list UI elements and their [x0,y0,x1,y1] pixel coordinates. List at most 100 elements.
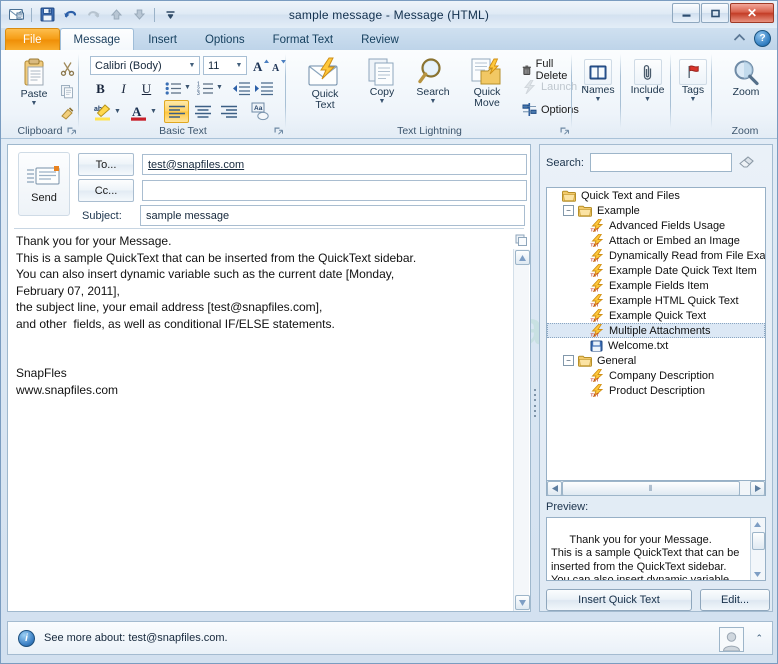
quick-move-button[interactable]: Quick Move [461,56,513,110]
tree-item[interactable]: TXT Example Quick Text [547,308,765,323]
highlight-dropdown-icon[interactable]: ▼ [114,108,121,115]
align-center-button[interactable] [190,100,215,123]
clear-search-icon[interactable] [738,155,756,171]
select-browse-object-icon[interactable] [514,233,529,248]
outlook-icon[interactable] [6,5,26,25]
text-lightning-dialog-launcher[interactable] [559,127,569,137]
search-dropdown-icon[interactable]: ▼ [430,98,437,105]
tree-horizontal-scrollbar[interactable]: ⫴ [546,481,766,496]
tree-item[interactable]: TXT Product Description [547,383,765,398]
bullets-dropdown-icon[interactable]: ▼ [184,84,191,91]
close-button[interactable]: ✕ [730,3,774,23]
clipboard-dialog-launcher[interactable] [66,127,76,137]
collapse-ribbon-icon[interactable] [733,33,746,45]
minimize-button[interactable] [672,3,700,23]
align-right-button[interactable] [216,100,241,123]
tree-item[interactable]: TXT Example HTML Quick Text [547,293,765,308]
tree-item[interactable]: TXT Company Description [547,368,765,383]
bold-button[interactable]: B [90,78,111,99]
names-dropdown-icon[interactable]: ▼ [595,96,602,103]
tree-item[interactable]: − Example [547,203,765,218]
tree-scroll-thumb[interactable]: ⫴ [562,481,740,496]
redo-icon[interactable] [83,5,103,25]
body-scrollbar[interactable] [513,249,530,611]
font-color-icon[interactable]: A [126,101,150,123]
tree-scroll-left-button[interactable] [547,481,562,496]
tab-review[interactable]: Review [347,28,413,50]
undo-icon[interactable] [60,5,80,25]
italic-button[interactable]: I [113,78,134,99]
paste-button[interactable]: Paste ▼ [11,56,57,108]
contact-avatar[interactable] [719,627,744,652]
text-highlight-icon[interactable]: ab [90,101,114,123]
tree-item[interactable]: Quick Text and Files [547,188,765,203]
basic-text-dialog-launcher[interactable] [273,127,283,137]
tab-file[interactable]: File [5,28,60,50]
tab-options[interactable]: Options [191,28,259,50]
clear-formatting-icon[interactable]: Aa [248,100,272,123]
insert-quick-text-button[interactable]: Insert Quick Text [546,589,692,611]
tree-item[interactable]: TXT Advanced Fields Usage [547,218,765,233]
body-scroll-down-button[interactable] [515,595,530,610]
underline-button[interactable]: U [136,78,157,99]
preview-scroll-up-button[interactable] [751,518,764,530]
copy-button[interactable]: Copy ▼ [359,56,405,106]
pane-splitter[interactable] [532,389,537,417]
tab-insert[interactable]: Insert [134,28,191,50]
tree-item[interactable]: TXT Attach or Embed an Image [547,233,765,248]
paste-dropdown-icon[interactable]: ▼ [31,100,38,107]
message-body[interactable]: Thank you for your Message. This is a sa… [16,233,500,605]
decrease-indent-icon[interactable] [230,78,252,99]
align-left-button[interactable] [164,100,189,123]
font-size-combo[interactable]: 11 ▼ [203,56,247,75]
preview-scrollbar[interactable] [750,518,765,580]
font-name-combo[interactable]: Calibri (Body) ▼ [90,56,200,75]
save-icon[interactable] [37,5,57,25]
cc-button[interactable]: Cc... [78,179,134,202]
cc-input[interactable] [142,180,527,201]
grow-font-icon[interactable]: A [250,55,270,76]
names-button[interactable]: Names ▼ [577,58,619,104]
tab-format-text[interactable]: Format Text [259,28,348,50]
preview-scroll-thumb[interactable] [752,532,765,550]
include-dropdown-icon[interactable]: ▼ [644,96,651,103]
copy-dropdown-icon[interactable]: ▼ [379,98,386,105]
numbering-dropdown-icon[interactable]: ▼ [216,84,223,91]
increase-indent-icon[interactable] [253,78,275,99]
numbering-icon[interactable]: 123 [195,78,216,99]
tab-message[interactable]: Message [59,28,135,50]
tags-button[interactable]: Tags ▼ [674,58,712,104]
next-item-icon[interactable] [129,5,149,25]
subject-input[interactable]: sample message [140,205,525,226]
help-icon[interactable]: ? [754,30,771,47]
tree-item[interactable]: TXT Multiple Attachments [547,323,765,338]
tree-expand-toggle[interactable]: − [563,355,574,366]
preview-scroll-down-button[interactable] [751,568,764,580]
maximize-button[interactable] [701,3,729,23]
font-color-dropdown-icon[interactable]: ▼ [150,108,157,115]
tree-item[interactable]: Welcome.txt [547,338,765,353]
format-painter-icon[interactable] [57,103,77,123]
tree-scroll-right-button[interactable] [750,481,765,496]
bullets-icon[interactable] [163,78,184,99]
quick-text-button[interactable]: Quick Text [297,56,353,112]
font-name-dropdown-icon[interactable]: ▼ [185,62,199,69]
to-button[interactable]: To... [78,153,134,176]
quicktext-tree[interactable]: Quick Text and Files − Example TXT Advanced … [546,187,766,481]
send-button[interactable]: Send [18,152,70,216]
cut-icon[interactable] [57,58,77,78]
tree-item[interactable]: − General [547,353,765,368]
body-scroll-up-button[interactable] [515,250,530,265]
tree-item[interactable]: TXT Example Fields Item [547,278,765,293]
include-button[interactable]: Include ▼ [626,58,669,104]
tree-expand-toggle[interactable]: − [563,205,574,216]
expand-people-pane-icon[interactable]: ⌃ [755,633,763,644]
zoom-button[interactable]: Zoom [723,58,769,99]
edit-button[interactable]: Edit... [700,589,770,611]
tree-item[interactable]: TXT Example Date Quick Text Item [547,263,765,278]
customize-toolbar-icon[interactable] [160,5,180,25]
tree-item[interactable]: TXT Dynamically Read from File Exam [547,248,765,263]
copy-icon[interactable] [57,81,77,101]
search-button[interactable]: Search ▼ [407,56,459,106]
search-input[interactable] [589,153,732,172]
